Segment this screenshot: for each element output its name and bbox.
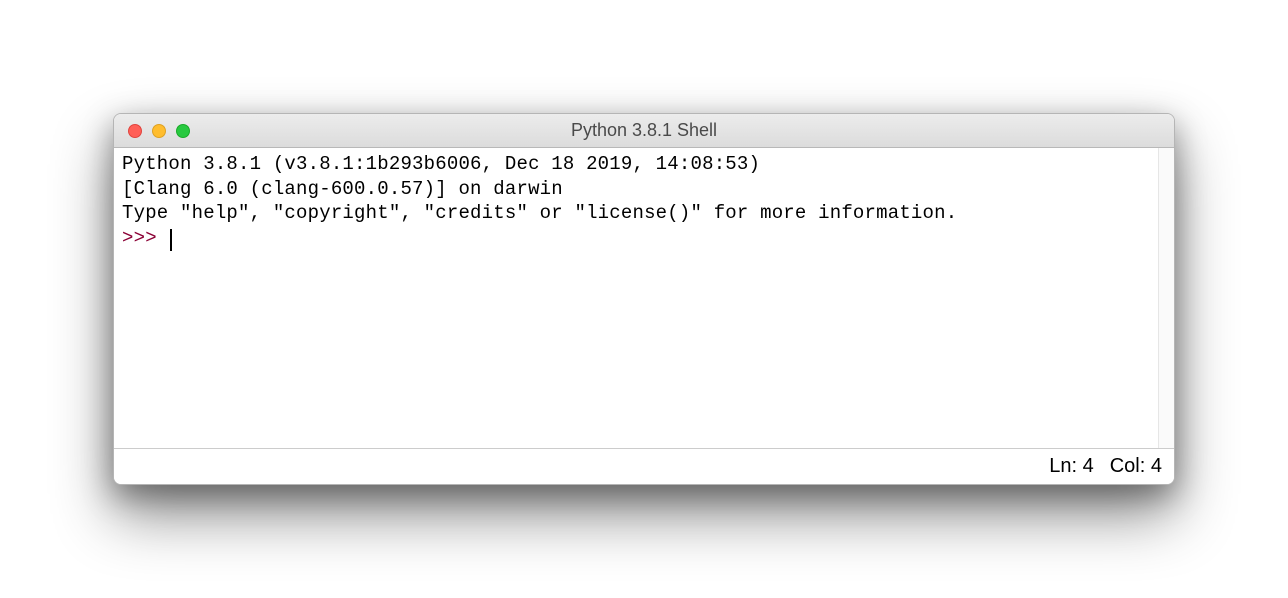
prompt: >>>: [122, 227, 168, 249]
banner-line-2: [Clang 6.0 (clang-600.0.57)] on darwin: [122, 178, 563, 200]
banner-line-3: Type "help", "copyright", "credits" or "…: [122, 202, 957, 224]
traffic-lights: [114, 124, 190, 138]
scrollbar[interactable]: [1158, 148, 1174, 448]
text-cursor: [170, 229, 172, 251]
close-button[interactable]: [128, 124, 142, 138]
text-area[interactable]: Python 3.8.1 (v3.8.1:1b293b6006, Dec 18 …: [114, 148, 1158, 448]
line-label: Ln:: [1049, 455, 1077, 477]
titlebar: Python 3.8.1 Shell: [114, 114, 1174, 148]
banner-line-1: Python 3.8.1 (v3.8.1:1b293b6006, Dec 18 …: [122, 153, 760, 175]
status-bar: Ln: 4Col: 4: [114, 448, 1174, 484]
line-value: 4: [1083, 455, 1094, 477]
shell-output[interactable]: Python 3.8.1 (v3.8.1:1b293b6006, Dec 18 …: [114, 148, 1158, 448]
window-title: Python 3.8.1 Shell: [114, 120, 1174, 141]
col-value: 4: [1151, 455, 1162, 477]
maximize-button[interactable]: [176, 124, 190, 138]
idle-shell-window: Python 3.8.1 Shell Python 3.8.1 (v3.8.1:…: [113, 113, 1175, 485]
col-label: Col:: [1110, 455, 1146, 477]
minimize-button[interactable]: [152, 124, 166, 138]
content-wrap: Python 3.8.1 (v3.8.1:1b293b6006, Dec 18 …: [114, 148, 1174, 448]
